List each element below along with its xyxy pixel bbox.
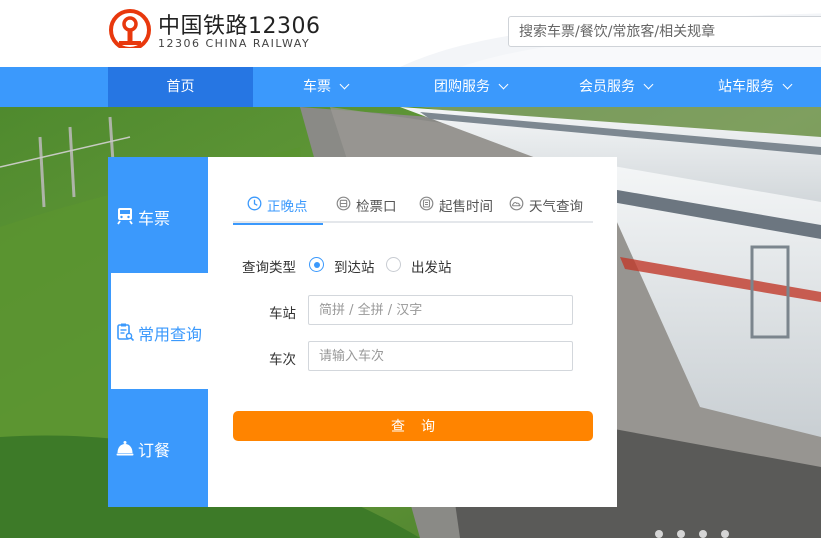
clipboard-search-icon <box>117 323 134 341</box>
nav-item-label: 站车服务 <box>718 79 774 95</box>
nav-item-group-service[interactable]: 团购服务 <box>398 67 543 107</box>
radio-arrival-station-label[interactable]: 到达站 <box>334 256 375 276</box>
china-railway-logo[interactable] <box>108 8 152 52</box>
radio-departure-station-label[interactable]: 出发站 <box>411 256 452 276</box>
chevron-down-icon <box>643 79 654 90</box>
query-button[interactable]: 查询 <box>233 411 593 441</box>
carousel-dot[interactable] <box>699 530 707 538</box>
food-cloche-icon <box>116 441 134 456</box>
side-tab-label: 车票 <box>138 209 171 228</box>
carousel-dot[interactable] <box>677 530 685 538</box>
tab-delay-status[interactable]: 正晚点 <box>233 193 323 225</box>
chevron-down-icon <box>782 79 793 90</box>
query-sub-tabs: 正晚点 检票口 起售时间 天气查询 <box>233 193 593 225</box>
train-icon <box>117 208 133 225</box>
service-side-tabs: 车票 常用查询 订餐 <box>108 157 208 507</box>
train-number-input[interactable] <box>308 341 573 371</box>
nav-item-tickets[interactable]: 车票 <box>253 67 398 107</box>
common-query-panel: 正晚点 检票口 起售时间 天气查询 查询类型 到达站 出发站 车站 简拼 / 全… <box>208 157 617 507</box>
main-nav: 首页 车票 团购服务 会员服务 站车服务 <box>0 67 821 107</box>
sub-tab-label: 天气查询 <box>529 199 583 215</box>
side-tab-food-order[interactable]: 订餐 <box>108 389 208 507</box>
nav-item-home[interactable]: 首页 <box>108 67 253 107</box>
weather-icon <box>509 196 524 211</box>
train-number-label: 车次 <box>269 352 296 368</box>
sub-tab-label: 正晚点 <box>267 199 308 215</box>
chevron-down-icon <box>339 79 350 90</box>
side-tab-label: 订餐 <box>138 441 171 460</box>
station-label: 车站 <box>269 306 296 322</box>
nav-item-member-service[interactable]: 会员服务 <box>543 67 688 107</box>
query-type-label: 查询类型 <box>242 260 296 276</box>
side-tab-tickets[interactable]: 车票 <box>108 157 208 273</box>
carousel-dots <box>655 530 745 538</box>
nav-item-label: 会员服务 <box>579 79 635 95</box>
radio-departure-station[interactable] <box>386 257 401 272</box>
carousel-dot[interactable] <box>655 530 663 538</box>
site-header: 中国铁路12306 12306 CHINA RAILWAY <box>0 0 821 67</box>
station-input[interactable] <box>308 295 573 325</box>
nav-item-label: 团购服务 <box>434 79 490 95</box>
sale-time-icon <box>419 196 434 211</box>
side-tab-label: 常用查询 <box>138 325 203 344</box>
site-search-input[interactable] <box>508 16 821 47</box>
sub-tab-label: 起售时间 <box>439 199 493 215</box>
chevron-down-icon <box>498 79 509 90</box>
ticket-gate-icon <box>336 196 351 211</box>
sub-tab-label: 检票口 <box>356 199 397 215</box>
carousel-dot[interactable] <box>721 530 729 538</box>
nav-item-label: 车票 <box>303 79 331 95</box>
clock-icon <box>247 196 262 211</box>
brand-subtitle: 12306 CHINA RAILWAY <box>158 37 311 50</box>
side-tab-common-query[interactable]: 常用查询 <box>108 273 208 389</box>
radio-arrival-station[interactable] <box>309 257 324 272</box>
brand-title[interactable]: 中国铁路12306 <box>158 8 321 40</box>
nav-item-label: 首页 <box>166 79 195 95</box>
nav-item-station-service[interactable]: 站车服务 <box>688 67 821 107</box>
